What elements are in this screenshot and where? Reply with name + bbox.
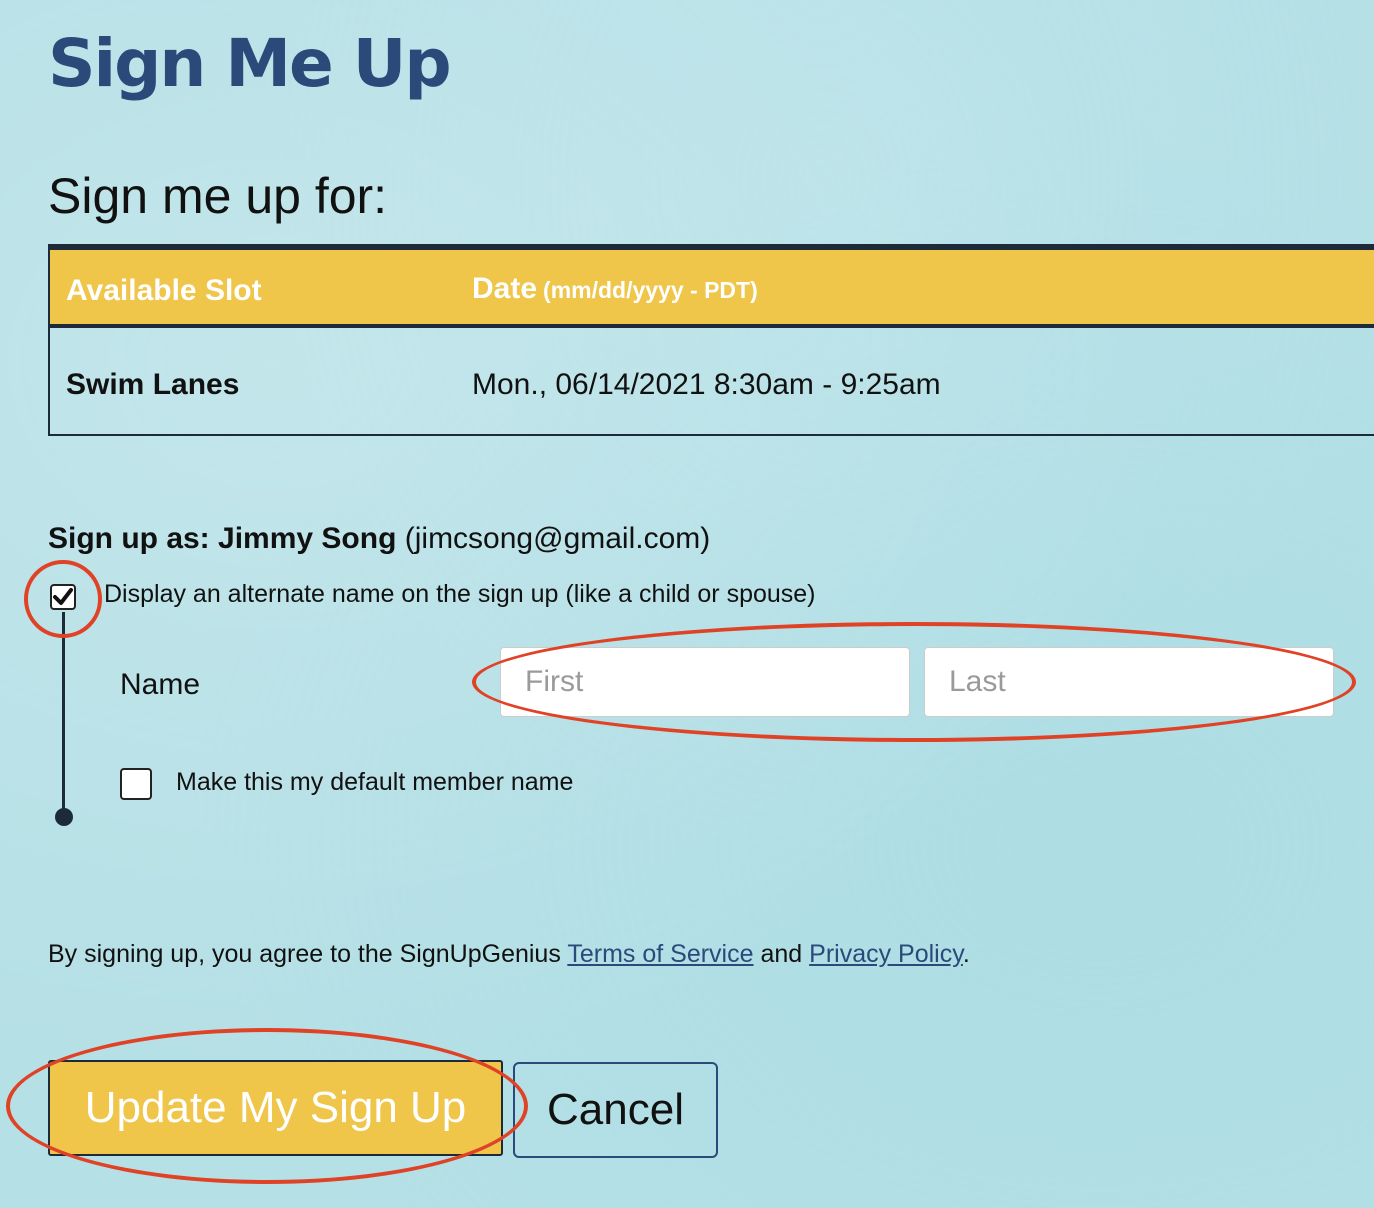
column-header-available-slot: Available Slot bbox=[66, 274, 262, 307]
signup-as-prefix: Sign up as: bbox=[48, 522, 210, 555]
privacy-policy-link[interactable]: Privacy Policy bbox=[809, 940, 963, 968]
checkmark-icon bbox=[53, 588, 73, 605]
terms-suffix: . bbox=[962, 940, 970, 968]
slot-date-cell: Mon., 06/14/2021 8:30am - 9:25am bbox=[472, 368, 941, 401]
update-signup-button[interactable]: Update My Sign Up bbox=[48, 1060, 503, 1156]
terms-of-service-link[interactable]: Terms of Service bbox=[567, 940, 753, 968]
name-label: Name bbox=[120, 668, 201, 701]
column-header-date-format: (mm/dd/yyyy - PDT) bbox=[543, 277, 758, 303]
signup-user-name: Jimmy Song bbox=[218, 522, 397, 555]
slot-table: Available Slot Date (mm/dd/yyyy - PDT) Sw… bbox=[48, 244, 1374, 436]
slot-table-header: Available Slot Date (mm/dd/yyyy - PDT) bbox=[50, 250, 1374, 328]
alternate-name-label: Display an alternate name on the sign up… bbox=[104, 580, 816, 608]
default-name-label: Make this my default member name bbox=[176, 768, 574, 796]
terms-prefix: By signing up, you agree to the SignUpGe… bbox=[48, 940, 561, 968]
connector-dot bbox=[55, 808, 73, 826]
column-header-date-label: Date bbox=[472, 272, 538, 305]
page-title: Sign Me Up bbox=[48, 25, 452, 102]
slot-name-cell: Swim Lanes bbox=[66, 368, 240, 401]
signup-user-email: (jimcsong@gmail.com) bbox=[404, 522, 711, 555]
terms-and: and bbox=[760, 940, 803, 968]
default-name-checkbox[interactable] bbox=[120, 768, 152, 800]
cancel-button[interactable]: Cancel bbox=[513, 1062, 718, 1158]
first-name-input[interactable] bbox=[500, 647, 910, 717]
signup-as-line: Sign up as: Jimmy Song (jimcsong@gmail.c… bbox=[48, 522, 710, 556]
terms-text: By signing up, you agree to the SignUpGe… bbox=[48, 940, 970, 969]
connector-line bbox=[62, 612, 65, 812]
column-header-date: Date (mm/dd/yyyy - PDT) bbox=[472, 272, 758, 306]
alternate-name-checkbox[interactable] bbox=[50, 584, 76, 610]
section-title: Sign me up for: bbox=[48, 168, 388, 224]
last-name-input[interactable] bbox=[924, 647, 1334, 717]
